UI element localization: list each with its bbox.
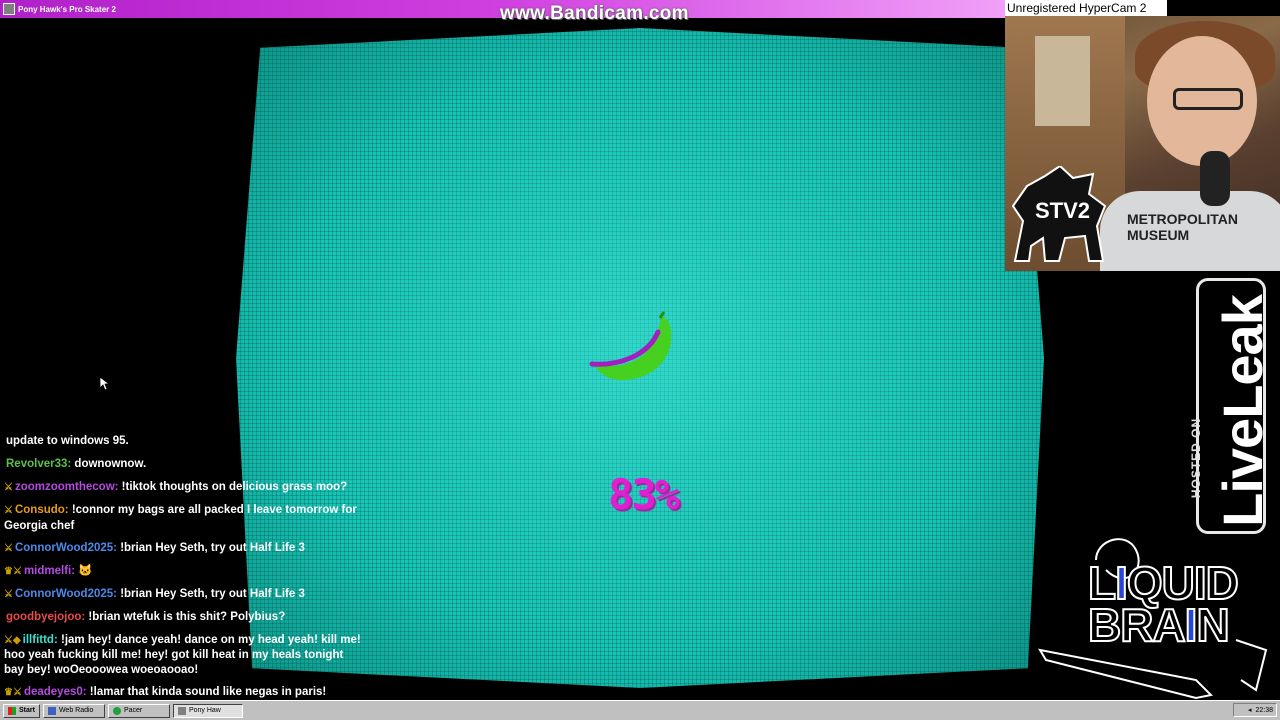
webcam-shirt-text: METROPOLITAN MUSEUM bbox=[1127, 211, 1238, 243]
pacer-icon bbox=[112, 706, 121, 715]
taskbar-item-label: Pony Haw bbox=[188, 707, 221, 714]
volume-icon[interactable]: ◂ bbox=[1248, 706, 1252, 714]
taskbar-item-pacer[interactable]: Pacer bbox=[107, 703, 170, 718]
liveleak-brand: LiveLeak bbox=[1211, 295, 1274, 527]
app-icon bbox=[3, 3, 15, 15]
taskbar-item-label: Pacer bbox=[123, 707, 143, 714]
webcam-background-poster bbox=[1035, 36, 1090, 126]
chat-message: ♛⚔ deadeyes0: !lamar that kinda sound lik… bbox=[4, 685, 327, 698]
webcam-feed: METROPOLITAN MUSEUM STV2 bbox=[1005, 16, 1280, 271]
banana-icon bbox=[589, 311, 672, 381]
windows-logo-icon bbox=[8, 706, 16, 715]
chat-message: ♛⚔ midmelfi: 🐱 bbox=[4, 564, 93, 577]
chat-message: ⚔ ConnorWood2025: !brian Hey Seth, try ou… bbox=[4, 587, 305, 600]
clock: 22:38 bbox=[1255, 706, 1273, 714]
taskbar-item-pony-hawk[interactable]: Pony Haw bbox=[172, 703, 243, 718]
webcam-headphone bbox=[1200, 151, 1230, 206]
start-button[interactable]: Start bbox=[3, 703, 40, 718]
chat-message: ⚔ ConnorWood2025: !brian Hey Seth, try ou… bbox=[4, 541, 305, 554]
hypercam-watermark: Unregistered HyperCam 2 bbox=[1005, 0, 1167, 16]
loading-percent: 83% bbox=[608, 470, 680, 519]
chat-message: goodbyejojoo: !brian wtefuk is this shit… bbox=[6, 610, 286, 623]
chat-message: ⚔◆ illfittd: !jam hey! dance yeah! dance … bbox=[4, 633, 361, 676]
liveleak-logo: LiveLeak HOSTED ON bbox=[1176, 276, 1274, 538]
bandicam-watermark: www.Bandicam.com bbox=[500, 3, 689, 24]
chat-message: ⚔ zoomzoomthecow: !tiktok thoughts on del… bbox=[4, 481, 348, 493]
mouse-cursor-icon bbox=[100, 377, 110, 391]
stv-logo-text: STV2 bbox=[1035, 198, 1091, 223]
taskbar-item-web-radio[interactable]: Web Radio bbox=[42, 703, 105, 718]
radio-icon bbox=[47, 706, 56, 715]
system-tray: ◂ 22:38 bbox=[1233, 703, 1277, 717]
taskbar-item-label: Web Radio bbox=[58, 707, 94, 714]
liquid-brain-line2: BRAIN bbox=[1087, 599, 1231, 651]
liquid-brain-logo: LIQUID BRAIN bbox=[1036, 530, 1280, 700]
taskbar: Start Web Radio Pacer Pony Haw ◂ 22:38 bbox=[0, 700, 1280, 720]
chat-message: Revolver33: downownow. bbox=[6, 458, 147, 470]
start-label: Start bbox=[19, 707, 35, 714]
window-title: Pony Hawk's Pro Skater 2 bbox=[18, 4, 116, 14]
chat-message: update to windows 95. bbox=[6, 435, 129, 447]
chat-message: ⚔ Consudo: !connor my bags are all packed… bbox=[4, 504, 357, 532]
webcam-person-glasses bbox=[1173, 88, 1243, 110]
liveleak-hosted-label: HOSTED ON bbox=[1189, 417, 1203, 499]
game-icon bbox=[177, 706, 186, 715]
chat-overlay: update to windows 95. Revolver33: downow… bbox=[4, 434, 364, 708]
